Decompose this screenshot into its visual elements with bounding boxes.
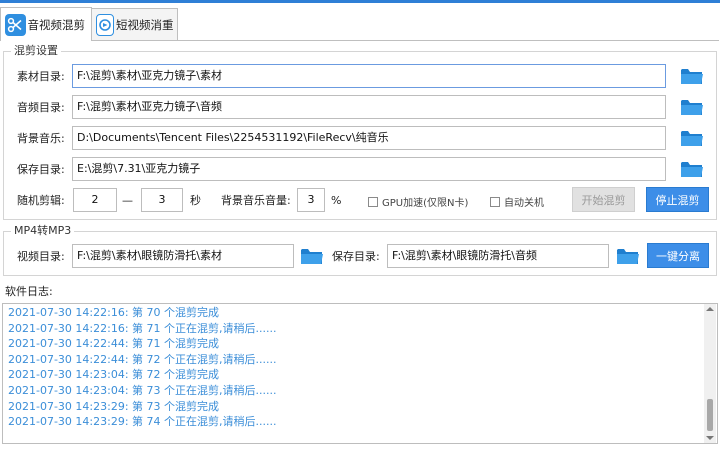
mp3-save-dir-input[interactable]: F:\混剪\素材\眼镜防滑托\音频	[387, 244, 609, 268]
random-cut-separator: —	[122, 194, 133, 207]
window-top-accent	[0, 0, 720, 3]
save-dir-folder-icon[interactable]	[680, 159, 704, 179]
log-line: 2021-07-30 14:23:04: 第 72 个混剪完成	[8, 368, 220, 382]
save-dir-input[interactable]: E:\混剪\7.31\亚克力镜子	[72, 157, 666, 181]
bg-music-label: 背景音乐:	[17, 132, 65, 145]
tab-audio-video-mix-label: 音视频混剪	[27, 17, 86, 32]
auto-shutdown-label: 自动关机	[504, 198, 544, 209]
auto-shutdown-checkbox-box[interactable]	[490, 196, 500, 207]
video-dir-folder-icon[interactable]	[300, 246, 324, 266]
log-line: 2021-07-30 14:22:16: 第 70 个混剪完成	[8, 306, 220, 319]
scrollbar-thumb[interactable]	[707, 399, 713, 431]
random-cut-max-input[interactable]: 3	[141, 188, 183, 212]
random-cut-min-input[interactable]: 2	[73, 188, 117, 212]
stop-mix-button[interactable]: 停止混剪	[646, 187, 709, 212]
material-dir-folder-icon[interactable]	[680, 66, 704, 86]
tab-short-video-dedupe[interactable]: 短视频消重	[91, 8, 178, 40]
log-scrollbar[interactable]	[704, 304, 716, 443]
log-line: 2021-07-30 14:23:04: 第 73 个正在混剪,请稍后.....…	[8, 383, 277, 397]
audio-dir-folder-icon[interactable]	[680, 97, 704, 117]
mp3-save-dir-label: 保存目录:	[332, 250, 380, 263]
log-line: 2021-07-30 14:22:44: 第 71 个混剪完成	[8, 337, 220, 351]
bg-music-folder-icon[interactable]	[680, 128, 704, 148]
audio-dir-label: 音频目录:	[17, 101, 65, 114]
bg-volume-label: 背景音乐音量:	[221, 194, 291, 207]
material-dir-label: 素材目录:	[17, 70, 65, 83]
bg-volume-input[interactable]: 3	[297, 188, 325, 212]
log-line: 2021-07-30 14:22:44: 第 72 个正在混剪,请稍后.....…	[8, 352, 277, 366]
log-line: 2021-07-30 14:23:29: 第 74 个正在混剪,请稍后.....…	[8, 415, 277, 429]
one-click-split-button[interactable]: 一键分离	[647, 243, 709, 268]
scissors-icon	[5, 13, 26, 36]
log-lines: 2021-07-30 14:22:16: 第 70 个混剪完成 2021-07-3…	[3, 304, 717, 430]
material-dir-input[interactable]: F:\混剪\素材\亚克力镜子\素材	[72, 64, 666, 88]
video-dir-input[interactable]: F:\混剪\素材\眼镜防滑托\素材	[72, 244, 294, 268]
dedupe-icon	[96, 13, 114, 36]
gpu-accel-checkbox[interactable]: GPU加速(仅限N卡)	[368, 194, 468, 209]
random-cut-unit: 秒	[190, 194, 201, 207]
log-line: 2021-07-30 14:22:16: 第 71 个正在混剪,请稍后.....…	[8, 321, 277, 335]
save-dir-label: 保存目录:	[17, 163, 65, 176]
mp3-save-dir-folder-icon[interactable]	[616, 246, 640, 266]
start-mix-button[interactable]: 开始混剪	[572, 187, 635, 212]
bg-music-input[interactable]: D:\Documents\Tencent Files\2254531192\Fi…	[72, 126, 666, 150]
tab-audio-video-mix[interactable]: 音视频混剪	[0, 7, 92, 41]
log-title: 软件日志:	[5, 285, 53, 298]
gpu-accel-checkbox-box[interactable]	[368, 196, 378, 207]
tab-short-video-dedupe-label: 短视频消重	[116, 17, 174, 32]
random-cut-label: 随机剪辑:	[17, 194, 65, 207]
gpu-accel-label: GPU加速(仅限N卡)	[382, 198, 469, 209]
mp4-to-mp3-title: MP4转MP3	[11, 224, 75, 238]
mix-settings-title: 混剪设置	[11, 44, 61, 58]
audio-dir-input[interactable]: F:\混剪\素材\亚克力镜子\音频	[72, 95, 666, 119]
log-line: 2021-07-30 14:23:29: 第 73 个混剪完成	[8, 399, 220, 413]
bg-volume-unit: %	[331, 194, 342, 207]
log-panel[interactable]: 2021-07-30 14:22:16: 第 70 个混剪完成 2021-07-3…	[2, 303, 718, 444]
auto-shutdown-checkbox[interactable]: 自动关机	[490, 194, 544, 209]
scroll-down-arrow-icon[interactable]	[706, 436, 714, 440]
scroll-up-arrow-icon[interactable]	[706, 307, 714, 311]
video-dir-label: 视频目录:	[17, 250, 65, 263]
